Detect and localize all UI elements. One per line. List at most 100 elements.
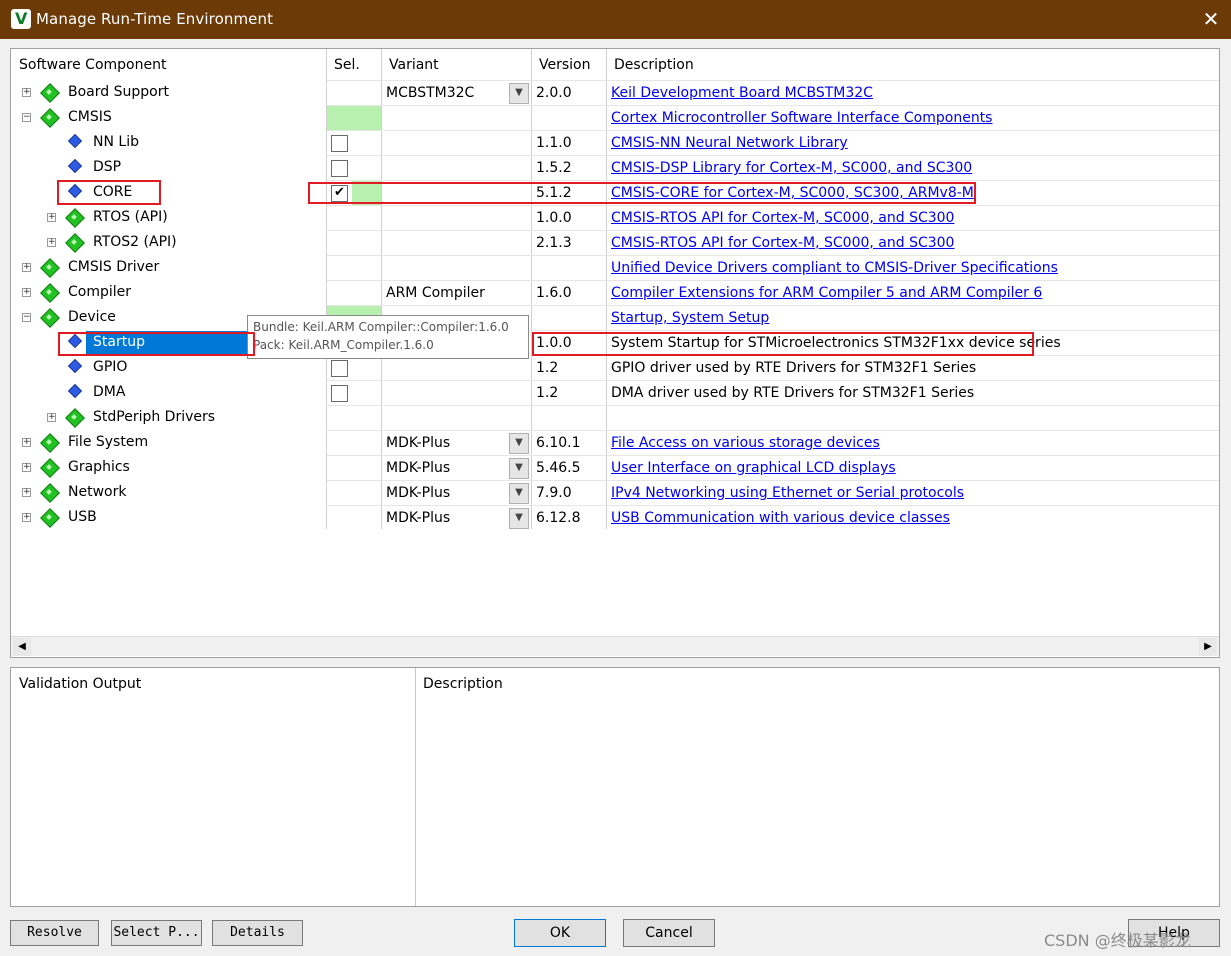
component-name: Network xyxy=(68,484,127,500)
keil-app-icon xyxy=(11,9,31,29)
select-packs-button[interactable]: Select P... xyxy=(111,920,202,946)
select-checkbox[interactable] xyxy=(331,385,348,402)
highlight-box-startup xyxy=(58,332,255,356)
validation-output-list[interactable] xyxy=(11,698,415,906)
table-row[interactable]: − CMSIS Cortex Microcontroller Software … xyxy=(11,105,1219,130)
select-checkbox[interactable] xyxy=(331,360,348,377)
sel-cell xyxy=(327,130,381,155)
variant-value: MDK-Plus xyxy=(386,510,451,526)
description-link[interactable]: Unified Device Drivers compliant to CMSI… xyxy=(611,260,1058,276)
highlight-box-startup-row xyxy=(532,332,1034,356)
tooltip: Bundle: Keil.ARM Compiler::Compiler:1.6.… xyxy=(247,315,529,359)
chevron-down-icon[interactable]: ▼ xyxy=(509,508,529,529)
variant-value: MCBSTM32C xyxy=(386,85,475,101)
table-row[interactable]: + Graphics MDK-Plus ▼ 5.46.5 User Interfa… xyxy=(11,455,1219,480)
description-link[interactable]: User Interface on graphical LCD displays xyxy=(611,460,896,476)
horizontal-scrollbar[interactable]: ◀ ▶ xyxy=(11,636,1219,656)
collapse-icon[interactable]: − xyxy=(22,113,31,122)
table-row[interactable]: + Compiler ARM Compiler 1.6.0 Compiler E… xyxy=(11,280,1219,305)
variant-cell xyxy=(381,105,531,130)
sel-cell xyxy=(327,430,381,455)
description-link[interactable]: File Access on various storage devices xyxy=(611,435,880,451)
table-row[interactable]: NN Lib 1.1.0 CMSIS-NN Neural Network Lib… xyxy=(11,130,1219,155)
sel-cell xyxy=(327,280,381,305)
expand-icon[interactable]: + xyxy=(22,513,31,522)
description-cell: CMSIS-RTOS API for Cortex-M, SC000, and … xyxy=(606,205,1219,230)
header-description[interactable]: Description xyxy=(606,49,1206,81)
description-link[interactable]: IPv4 Networking using Ethernet or Serial… xyxy=(611,485,964,501)
variant-select[interactable]: MDK-Plus ▼ xyxy=(381,480,531,505)
select-checkbox[interactable] xyxy=(331,135,348,152)
table-row[interactable]: + CMSIS Driver Unified Device Drivers co… xyxy=(11,255,1219,280)
description-link[interactable]: Startup, System Setup xyxy=(611,310,769,326)
table-row[interactable]: − Device Startup, System Setup xyxy=(11,305,1219,330)
sel-cell xyxy=(327,480,381,505)
component-bundle-icon xyxy=(41,84,57,100)
header-sel[interactable]: Sel. xyxy=(326,49,381,81)
table-row[interactable]: DSP 1.5.2 CMSIS-DSP Library for Cortex-M… xyxy=(11,155,1219,180)
component-bundle-icon xyxy=(66,234,82,250)
resolve-button[interactable]: Resolve xyxy=(10,920,99,946)
details-button[interactable]: Details xyxy=(212,920,303,946)
description-link[interactable]: Keil Development Board MCBSTM32C xyxy=(611,85,873,101)
variant-cell xyxy=(381,130,531,155)
description-link[interactable]: CMSIS-RTOS API for Cortex-M, SC000, and … xyxy=(611,210,954,226)
version-cell: 1.1.0 xyxy=(531,130,606,155)
expand-icon[interactable]: + xyxy=(22,88,31,97)
chevron-down-icon[interactable]: ▼ xyxy=(509,458,529,479)
description-cell: IPv4 Networking using Ethernet or Serial… xyxy=(606,480,1219,505)
sel-cell xyxy=(327,255,381,280)
version-cell: 2.0.0 xyxy=(531,80,606,105)
header-variant[interactable]: Variant xyxy=(381,49,531,81)
table-row[interactable]: GPIO 1.2 GPIO driver used by RTE Drivers… xyxy=(11,355,1219,380)
variant-select[interactable]: MDK-Plus ▼ xyxy=(381,505,531,530)
cancel-button[interactable]: Cancel xyxy=(623,919,715,947)
select-checkbox[interactable] xyxy=(331,160,348,177)
table-row[interactable]: + RTOS (API) 1.0.0 CMSIS-RTOS API for Co… xyxy=(11,205,1219,230)
component-name: Board Support xyxy=(68,84,169,100)
scroll-left-icon[interactable]: ◀ xyxy=(13,638,31,656)
expand-icon[interactable]: + xyxy=(22,463,31,472)
expand-icon[interactable]: + xyxy=(22,488,31,497)
sel-cell xyxy=(327,205,381,230)
expand-icon[interactable]: + xyxy=(22,438,31,447)
variant-cell xyxy=(381,405,531,430)
description-link[interactable]: USB Communication with various device cl… xyxy=(611,510,950,526)
collapse-icon[interactable]: − xyxy=(22,313,31,322)
variant-cell xyxy=(381,255,531,280)
expand-icon[interactable]: + xyxy=(47,413,56,422)
table-row[interactable]: DMA 1.2 DMA driver used by RTE Drivers f… xyxy=(11,380,1219,405)
table-row[interactable]: + RTOS2 (API) 2.1.3 CMSIS-RTOS API for C… xyxy=(11,230,1219,255)
chevron-down-icon[interactable]: ▼ xyxy=(509,83,529,104)
expand-icon[interactable]: + xyxy=(22,263,31,272)
description-link[interactable]: CMSIS-RTOS API for Cortex-M, SC000, and … xyxy=(611,235,954,251)
table-row[interactable]: + File System MDK-Plus ▼ 6.10.1 File Acce… xyxy=(11,430,1219,455)
header-software-component[interactable]: Software Component xyxy=(11,49,326,81)
description-link[interactable]: CMSIS-DSP Library for Cortex-M, SC000, a… xyxy=(611,160,972,176)
variant-select[interactable]: MDK-Plus ▼ xyxy=(381,455,531,480)
table-row[interactable]: + Network MDK-Plus ▼ 7.9.0 IPv4 Networkin… xyxy=(11,480,1219,505)
description-link[interactable]: Cortex Microcontroller Software Interfac… xyxy=(611,110,992,126)
expand-icon[interactable]: + xyxy=(47,213,56,222)
table-row[interactable]: + Board Support MCBSTM32C ▼ 2.0.0 Keil De… xyxy=(11,80,1219,105)
close-icon[interactable]: ✕ xyxy=(1196,2,1226,36)
variant-select[interactable]: MDK-Plus ▼ xyxy=(381,430,531,455)
component-bundle-icon xyxy=(41,434,57,450)
component-name: GPIO xyxy=(93,359,128,375)
description-link[interactable]: CMSIS-NN Neural Network Library xyxy=(611,135,848,151)
chevron-down-icon[interactable]: ▼ xyxy=(509,433,529,454)
expand-icon[interactable]: + xyxy=(22,288,31,297)
component-icon xyxy=(68,384,80,398)
component-name: NN Lib xyxy=(93,134,139,150)
component-name: USB xyxy=(68,509,97,525)
description-link[interactable]: Compiler Extensions for ARM Compiler 5 a… xyxy=(611,285,1042,301)
chevron-down-icon[interactable]: ▼ xyxy=(509,483,529,504)
ok-button[interactable]: OK xyxy=(514,919,606,947)
header-version[interactable]: Version xyxy=(531,49,606,81)
expand-icon[interactable]: + xyxy=(47,238,56,247)
tooltip-bundle: Bundle: Keil.ARM Compiler::Compiler:1.6.… xyxy=(253,320,509,334)
scroll-right-icon[interactable]: ▶ xyxy=(1199,638,1217,656)
variant-select[interactable]: MCBSTM32C ▼ xyxy=(381,80,531,105)
table-row[interactable]: + StdPeriph Drivers xyxy=(11,405,1219,430)
table-row[interactable]: + USB MDK-Plus ▼ 6.12.8 USB Communication… xyxy=(11,505,1219,530)
